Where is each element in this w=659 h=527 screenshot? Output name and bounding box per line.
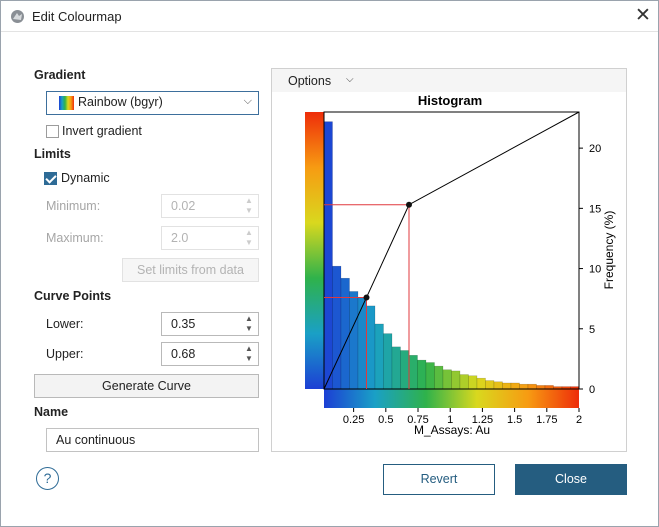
histogram-chart: Histogram 0.25 0.5 0.75 1 1.25 1.5 1.75 2 05101… (305, 93, 616, 437)
lower-value: 0.35 (171, 317, 196, 331)
histogram-bar (374, 323, 384, 390)
histogram-bar (425, 362, 435, 390)
app-logo-icon (11, 10, 24, 23)
x-tick-label: 2 (576, 414, 582, 426)
horizontal-colour-ramp (324, 389, 579, 408)
lower-field[interactable]: 0.35 ▲ ▼ (161, 312, 259, 336)
upper-field[interactable]: 0.68 ▲ ▼ (161, 342, 259, 366)
stepper-arrows-icon[interactable]: ▲ ▼ (243, 228, 255, 248)
histogram-bar (459, 374, 469, 390)
x-tick-label: 1.5 (507, 414, 522, 426)
stepper-arrows-icon[interactable]: ▲ ▼ (243, 314, 255, 334)
y-tick-label: 0 (589, 384, 595, 396)
help-icon[interactable]: ? (36, 467, 59, 490)
histogram-bar (536, 385, 546, 390)
curve-control-point (406, 201, 412, 208)
minimum-field[interactable]: 0.02 ▲ ▼ (161, 194, 259, 218)
histogram-panel: Options ⌵ Histogram 0.25 0.5 0.75 1 1.25… (271, 68, 627, 452)
histogram-bar (417, 359, 427, 390)
invert-gradient-checkbox[interactable] (46, 125, 59, 138)
maximum-value: 2.0 (171, 231, 189, 245)
lower-label: Lower: (46, 317, 84, 331)
chevron-down-icon[interactable]: ⌵ (346, 74, 354, 85)
gradient-swatch (59, 96, 74, 110)
chart-title: Histogram (418, 93, 482, 108)
histogram-bar (391, 346, 401, 390)
y-tick-label: 10 (589, 264, 601, 276)
histogram-bar (519, 383, 529, 390)
x-tick-label: 1.75 (536, 414, 557, 426)
title-bar: Edit Colourmap ✕ (1, 1, 658, 32)
histogram-bar (366, 305, 376, 390)
gradient-label: Gradient (34, 68, 86, 82)
curve-points-label: Curve Points (34, 289, 112, 303)
stepper-arrows-icon[interactable]: ▲ ▼ (243, 344, 255, 364)
name-field[interactable]: Au continuous (46, 428, 259, 452)
x-tick-label: 0.5 (378, 414, 393, 426)
x-tick-label: 0.25 (343, 414, 364, 426)
histogram-bar (493, 381, 503, 390)
histogram-bar (383, 333, 393, 390)
dynamic-label[interactable]: Dynamic (61, 171, 110, 185)
histogram-bar (544, 385, 554, 390)
gradient-selected-value: Rainbow (bgyr) (78, 95, 163, 109)
y-axis-label: Frequency (%) (602, 211, 616, 290)
histogram-bar (332, 265, 342, 390)
options-menu[interactable]: Options (288, 74, 331, 88)
curve-control-point (363, 294, 370, 301)
maximum-label: Maximum: (46, 231, 104, 245)
window-title: Edit Colourmap (32, 9, 122, 24)
histogram-bar (323, 121, 333, 390)
dynamic-checkbox[interactable] (44, 172, 57, 185)
histogram-bar (434, 365, 444, 390)
set-limits-button[interactable]: Set limits from data (122, 258, 259, 282)
y-tick-label: 5 (589, 324, 595, 336)
minimum-label: Minimum: (46, 199, 101, 213)
x-axis-label: M_Assays: Au (414, 423, 490, 437)
close-button[interactable]: Close (515, 464, 627, 495)
gradient-select[interactable]: Rainbow (bgyr) ⌵ (46, 91, 259, 115)
vertical-colour-ramp (305, 112, 324, 389)
histogram-bar (442, 369, 452, 390)
histogram-bar (340, 277, 350, 390)
upper-value: 0.68 (171, 347, 196, 361)
maximum-field[interactable]: 2.0 ▲ ▼ (161, 226, 259, 250)
histogram-bar (400, 350, 410, 390)
options-bar[interactable]: Options ⌵ (272, 69, 626, 92)
revert-button[interactable]: Revert (383, 464, 495, 495)
histogram-bar (485, 380, 495, 390)
name-value: Au continuous (56, 433, 136, 447)
histogram-bar (502, 382, 512, 390)
histogram-bar (468, 375, 478, 390)
histogram-bar (357, 297, 367, 390)
stepper-arrows-icon[interactable]: ▲ ▼ (243, 196, 255, 216)
minimum-value: 0.02 (171, 199, 196, 213)
histogram-bar (408, 355, 418, 390)
histogram-bar (476, 377, 486, 390)
chevron-down-icon: ⌵ (243, 95, 252, 107)
close-icon[interactable]: ✕ (633, 6, 653, 26)
generate-curve-button[interactable]: Generate Curve (34, 374, 259, 398)
histogram-bar (527, 383, 537, 390)
histogram-bar (349, 291, 359, 390)
histogram-bar (451, 370, 461, 390)
invert-gradient-label[interactable]: Invert gradient (62, 124, 142, 138)
histogram-bar (510, 382, 520, 390)
name-label: Name (34, 405, 69, 419)
edit-colourmap-dialog: Edit Colourmap ✕ Gradient Rainbow (bgyr)… (0, 0, 659, 527)
limits-label: Limits (34, 147, 71, 161)
y-tick-label: 15 (589, 203, 601, 215)
y-tick-label: 20 (589, 143, 601, 155)
upper-label: Upper: (46, 347, 84, 361)
